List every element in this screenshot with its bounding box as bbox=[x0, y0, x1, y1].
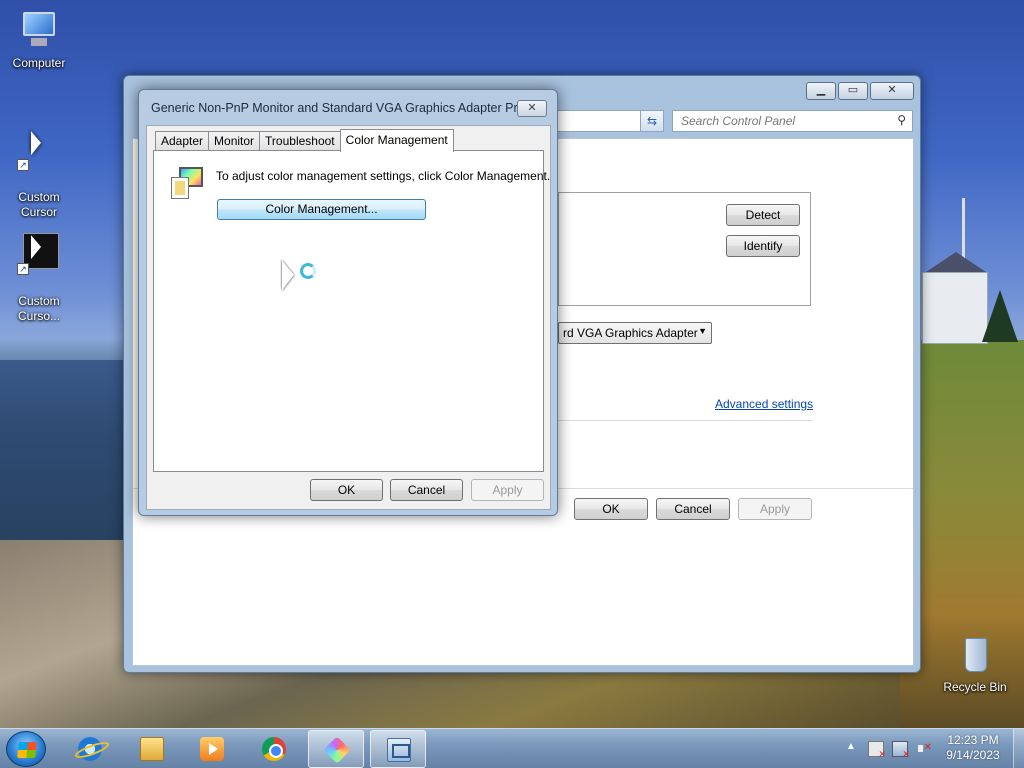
window-caption-buttons: ▁ ▭ ✕ bbox=[806, 82, 914, 100]
search-input[interactable]: Search Control Panel ⚲ bbox=[672, 110, 913, 132]
desktop-icon-label: Recycle Bin bbox=[943, 680, 1007, 694]
desktop-icon-recycle-bin[interactable]: Recycle Bin bbox=[937, 632, 1013, 695]
taskbar-paint[interactable] bbox=[308, 730, 364, 768]
internet-explorer-icon bbox=[78, 737, 102, 761]
wallpaper-tree bbox=[982, 290, 1018, 342]
color-management-description: To adjust color management settings, cli… bbox=[216, 169, 551, 183]
control-panel-icon bbox=[387, 738, 411, 762]
color-management-icon bbox=[171, 167, 205, 199]
volume-icon[interactable] bbox=[916, 741, 932, 757]
taskbar-chrome[interactable] bbox=[246, 730, 302, 768]
action-center-icon[interactable] bbox=[868, 741, 886, 760]
show-desktop-button[interactable] bbox=[1013, 729, 1024, 768]
network-icon[interactable] bbox=[892, 741, 910, 760]
close-icon: ✕ bbox=[527, 102, 537, 114]
taskbar-media-player[interactable] bbox=[184, 730, 240, 768]
desktop-icon-label: Custom Curso... bbox=[17, 294, 60, 323]
refresh-button[interactable]: ⇆ bbox=[640, 110, 664, 132]
display-select-value: rd VGA Graphics Adapter bbox=[563, 326, 698, 340]
show-hidden-icons-button[interactable]: ▲ bbox=[846, 741, 856, 752]
tab-monitor[interactable]: Monitor bbox=[208, 131, 261, 151]
clock[interactable]: 12:23 PM 9/14/2023 bbox=[942, 733, 1004, 763]
chevron-down-icon: ▼ bbox=[698, 326, 707, 336]
folder-icon bbox=[140, 737, 164, 761]
paint-icon bbox=[323, 736, 351, 764]
display-select[interactable]: rd VGA Graphics Adapter ▼ bbox=[558, 322, 712, 344]
dialog-close-button[interactable]: ✕ bbox=[517, 100, 547, 117]
taskbar-control-panel[interactable] bbox=[370, 730, 426, 768]
taskbar-internet-explorer[interactable] bbox=[62, 730, 118, 768]
adapter-properties-dialog: Generic Non-PnP Monitor and Standard VGA… bbox=[138, 89, 558, 516]
identify-button[interactable]: Identify bbox=[726, 235, 800, 257]
taskbar: ▲ 12:23 PM 9/14/2023 bbox=[0, 728, 1024, 768]
tab-troubleshoot[interactable]: Troubleshoot bbox=[259, 131, 341, 151]
tab-strip: Adapter Monitor Troubleshoot Color Manag… bbox=[155, 129, 454, 152]
dialog-cancel-button[interactable]: Cancel bbox=[390, 479, 463, 501]
tab-adapter[interactable]: Adapter bbox=[155, 131, 210, 151]
cancel-button[interactable]: Cancel bbox=[656, 498, 730, 520]
search-icon[interactable]: ⚲ bbox=[897, 113, 906, 127]
recycle-bin-icon bbox=[953, 632, 997, 676]
divider bbox=[558, 420, 813, 421]
tab-color-management[interactable]: Color Management bbox=[339, 129, 454, 152]
start-button[interactable] bbox=[6, 731, 46, 767]
clock-date: 9/14/2023 bbox=[946, 748, 1000, 762]
color-management-panel: To adjust color management settings, cli… bbox=[153, 150, 550, 472]
cursor-file-icon: ↗ bbox=[17, 231, 61, 275]
minimize-button[interactable]: ▁ bbox=[806, 82, 836, 100]
media-player-icon bbox=[200, 737, 224, 761]
search-placeholder: Search Control Panel bbox=[681, 114, 796, 128]
detect-button[interactable]: Detect bbox=[726, 204, 800, 226]
windows-logo-icon bbox=[17, 742, 37, 758]
refresh-icon: ⇆ bbox=[646, 114, 658, 128]
desktop-icon-computer[interactable]: Computer bbox=[1, 8, 77, 71]
dialog-ok-button[interactable]: OK bbox=[310, 479, 383, 501]
shortcut-arrow-icon: ↗ bbox=[17, 263, 29, 275]
color-management-button[interactable]: Color Management... bbox=[217, 199, 426, 220]
apply-button[interactable]: Apply bbox=[738, 498, 812, 520]
desktop-icon-label: Computer bbox=[12, 56, 66, 70]
ok-button[interactable]: OK bbox=[574, 498, 648, 520]
close-button[interactable]: ✕ bbox=[870, 82, 914, 100]
busy-spinner-icon bbox=[300, 263, 316, 279]
maximize-button[interactable]: ▭ bbox=[838, 82, 868, 100]
mouse-pointer-icon bbox=[282, 260, 294, 296]
chrome-icon bbox=[262, 737, 286, 761]
dialog-apply-button[interactable]: Apply bbox=[471, 479, 544, 501]
dialog-title: Generic Non-PnP Monitor and Standard VGA… bbox=[151, 101, 536, 115]
monitor-preview-group: Detect Identify bbox=[558, 192, 811, 306]
dialog-body: Adapter Monitor Troubleshoot Color Manag… bbox=[146, 125, 551, 510]
advanced-settings-link[interactable]: Advanced settings bbox=[715, 397, 813, 411]
desktop-icon-custom-cursor-2[interactable]: ↗ Custom Curso... bbox=[1, 216, 77, 339]
wallpaper-house bbox=[922, 252, 988, 344]
computer-icon bbox=[17, 8, 61, 52]
taskbar-windows-explorer[interactable] bbox=[124, 730, 180, 768]
shortcut-arrow-icon: ↗ bbox=[17, 159, 29, 171]
clock-time: 12:23 PM bbox=[947, 733, 999, 747]
cursor-file-icon: ↗ bbox=[17, 127, 61, 171]
